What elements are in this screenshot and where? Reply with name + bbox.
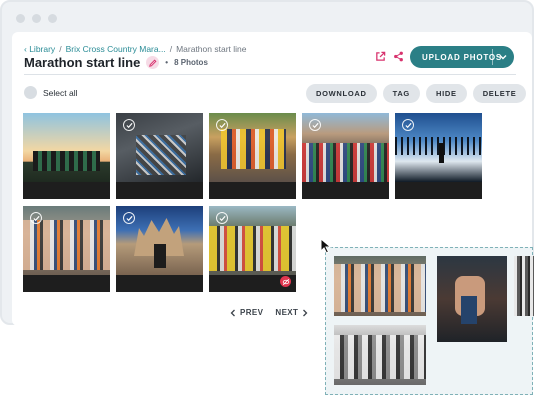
breadcrumb-current: Marathon start line: [176, 44, 247, 54]
photo-tile[interactable]: [209, 113, 296, 199]
breadcrumb-library-label: Library: [29, 44, 56, 54]
dragged-photo[interactable]: [514, 256, 534, 316]
chevron-right-icon: [303, 309, 308, 316]
photo-count-bullet: •: [165, 58, 169, 67]
hidden-badge[interactable]: [280, 276, 291, 287]
pencil-icon: [148, 59, 157, 67]
photo-tile[interactable]: [23, 206, 110, 292]
check-icon: [218, 215, 226, 221]
header-icons: [375, 51, 404, 62]
photo-count: 8 Photos: [174, 58, 208, 67]
download-button[interactable]: DOWNLOAD: [306, 84, 377, 103]
prev-label: PREV: [240, 308, 264, 317]
upload-photos-label: UPLOAD PHOTOS: [422, 52, 503, 62]
external-link-icon[interactable]: [375, 51, 386, 62]
window-dot[interactable]: [48, 14, 57, 23]
select-photo-checkbox[interactable]: [216, 212, 228, 224]
select-photo-checkbox[interactable]: [216, 119, 228, 131]
check-icon: [32, 215, 40, 221]
photo-tile[interactable]: [395, 113, 482, 199]
select-photo-checkbox[interactable]: [402, 119, 414, 131]
window-controls: [16, 14, 57, 23]
select-all[interactable]: Select all: [24, 86, 78, 99]
dragged-photo[interactable]: [437, 256, 507, 342]
photo-tile[interactable]: [23, 113, 110, 199]
breadcrumb: ‹ Library / Brix Cross Country Mara... /…: [24, 44, 246, 54]
cursor-icon: [320, 238, 332, 254]
breadcrumb-parent[interactable]: Brix Cross Country Mara...: [66, 44, 166, 54]
action-buttons: DOWNLOAD TAG HIDE DELETE: [306, 84, 527, 103]
next-label: NEXT: [275, 308, 299, 317]
check-icon: [125, 122, 133, 128]
select-photo-checkbox[interactable]: [30, 212, 42, 224]
breadcrumb-separator: /: [169, 44, 173, 54]
select-all-label: Select all: [43, 87, 78, 98]
dragged-photo[interactable]: [334, 256, 426, 316]
prev-button[interactable]: PREV: [230, 308, 263, 317]
select-photo-checkbox[interactable]: [123, 119, 135, 131]
drop-zone[interactable]: [325, 247, 534, 395]
check-icon: [218, 122, 226, 128]
select-all-checkbox[interactable]: [24, 86, 37, 99]
hide-button[interactable]: HIDE: [425, 84, 467, 103]
pagination: PREV NEXT: [230, 308, 308, 317]
chevron-left-icon: [230, 309, 235, 316]
select-photo-checkbox[interactable]: [309, 119, 321, 131]
select-photo-checkbox[interactable]: [123, 212, 135, 224]
title-row: Marathon start line • 8 Photos: [24, 55, 208, 70]
photo-tile[interactable]: [302, 113, 389, 199]
dragged-photo[interactable]: [334, 325, 426, 385]
window-dot[interactable]: [32, 14, 41, 23]
check-icon: [404, 122, 412, 128]
check-icon: [125, 215, 133, 221]
next-button[interactable]: NEXT: [275, 308, 308, 317]
breadcrumb-library[interactable]: ‹ Library: [24, 44, 55, 54]
upload-photos-button[interactable]: UPLOAD PHOTOS: [410, 46, 514, 68]
tag-button[interactable]: TAG: [382, 84, 420, 103]
share-icon[interactable]: [393, 51, 404, 62]
edit-title-button[interactable]: [146, 56, 160, 69]
delete-button[interactable]: DELETE: [472, 84, 527, 103]
breadcrumb-separator: /: [59, 44, 62, 54]
photo-tile[interactable]: [116, 206, 203, 292]
check-icon: [311, 122, 319, 128]
hidden-icon: [282, 278, 289, 285]
chevron-down-icon[interactable]: [497, 50, 509, 64]
photo-image: [23, 113, 110, 182]
photo-tile[interactable]: [116, 113, 203, 199]
photo-tile[interactable]: [209, 206, 296, 292]
window-dot[interactable]: [16, 14, 25, 23]
header-divider: [24, 74, 516, 75]
page-title: Marathon start line: [24, 55, 141, 70]
upload-divider: [492, 49, 493, 65]
